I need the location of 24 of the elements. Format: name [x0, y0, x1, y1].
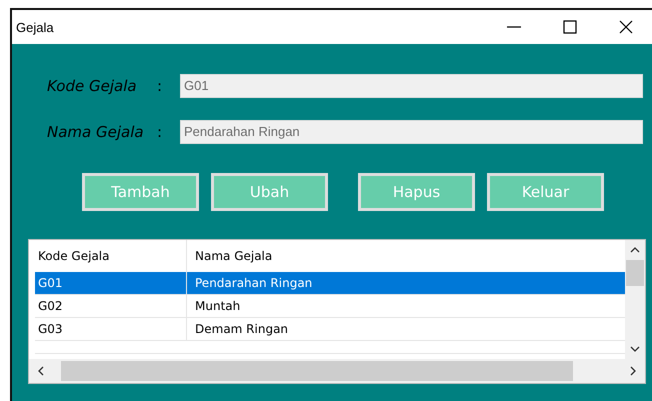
table-cell-text: Pendarahan Ringan — [194, 275, 314, 292]
scrollbar-thumb[interactable] — [626, 260, 644, 286]
maximize-icon — [562, 19, 578, 35]
input-field[interactable]: G01 — [180, 74, 643, 98]
column-header[interactable]: Nama Gejala — [187, 240, 625, 272]
table-row[interactable]: G01 Pendarahan Ringan — [35, 272, 625, 295]
table-cell-text: Demam Ringan — [194, 321, 290, 338]
scrollbar-thumb[interactable] — [61, 361, 573, 381]
table-row[interactable]: G02 Muntah — [35, 295, 625, 318]
table-cell-text: Muntah — [194, 298, 242, 315]
horizontal-scrollbar[interactable] — [29, 359, 645, 383]
input-field[interactable]: Pendarahan Ringan — [180, 120, 643, 144]
close-icon — [618, 19, 634, 35]
field-label: Nama Gejala — [47, 122, 145, 140]
table-cell: G03 — [35, 318, 187, 340]
field-label: Kode Gejala — [47, 76, 138, 94]
vertical-scrollbar[interactable] — [625, 240, 645, 359]
colon: : — [157, 122, 164, 140]
minimize-icon — [506, 26, 522, 28]
table-cell: G02 — [35, 295, 187, 317]
window-title: Gejala — [16, 20, 54, 34]
colon: : — [157, 76, 164, 94]
table-row[interactable]: G03 Demam Ringan — [35, 318, 625, 341]
table-cell: G01 — [35, 272, 187, 294]
